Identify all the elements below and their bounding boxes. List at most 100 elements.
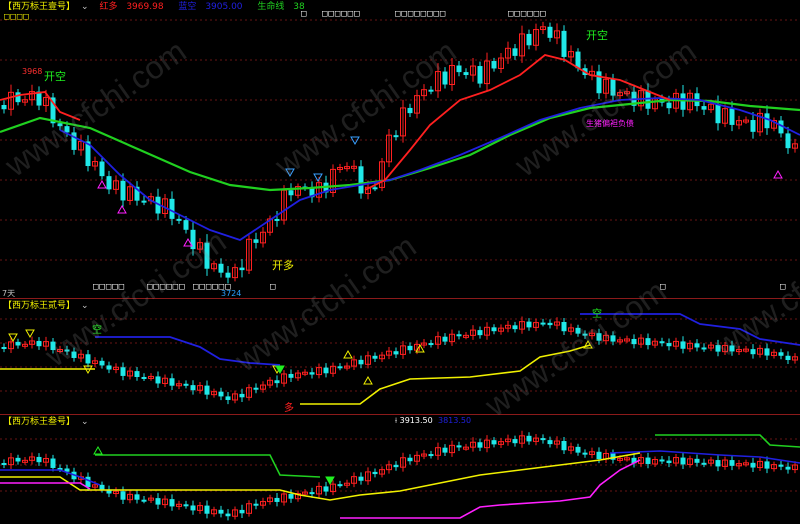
candle-body [715, 104, 721, 124]
signal-boxes-top-3: □□□□□□□□ [395, 9, 447, 19]
signal-triangle [117, 204, 127, 214]
candle-body [785, 355, 791, 361]
candle-body [393, 135, 399, 138]
candle-body [239, 509, 245, 514]
candle-body [701, 347, 707, 350]
candle-body [358, 476, 364, 481]
candle-body [631, 338, 637, 345]
candle-body [218, 263, 224, 273]
candle-body [701, 462, 707, 465]
green-line [655, 434, 800, 448]
candle-body [645, 338, 651, 346]
candle-body [85, 476, 91, 488]
candle-body [526, 33, 532, 46]
candle-body [1, 105, 7, 110]
candle-body [659, 459, 665, 462]
candle-body [729, 460, 735, 466]
candle-body [512, 48, 518, 56]
candle-body [134, 371, 140, 377]
signal-boxes-left: □□□□ [4, 12, 30, 22]
candle-body [575, 446, 581, 453]
candle-body [99, 161, 105, 177]
candle-body [253, 239, 259, 243]
signal-boxes-bottom-3: □□□□□□ [193, 282, 232, 292]
candle-body [225, 272, 231, 278]
signal-boxes-top-2: □□□□□□ [322, 9, 361, 19]
candle-body [253, 387, 259, 390]
panel2-title[interactable]: 【西万标王贰号】 [3, 301, 75, 311]
candle-body [218, 509, 224, 514]
candle-body [372, 355, 378, 359]
chevron-down-icon[interactable]: ⌄ [81, 2, 89, 12]
candle-body [512, 439, 518, 444]
candle-body [141, 200, 147, 203]
panel3-header: 【西万标王叁号】 ⌄ [3, 416, 97, 428]
candle-body [50, 458, 56, 468]
candle-body [15, 341, 21, 346]
candle-body [15, 457, 21, 462]
indicator-chart-3[interactable] [0, 415, 800, 524]
candle-body [372, 187, 378, 190]
candle-body [309, 492, 315, 495]
candle-body [540, 322, 546, 325]
candle-body [141, 499, 147, 502]
candle-body [358, 359, 364, 365]
candle-body [169, 198, 175, 219]
candle-body [190, 385, 196, 391]
candle-body [323, 486, 329, 492]
candle-body [358, 166, 364, 194]
magenta-line [340, 459, 641, 519]
candle-body [729, 108, 735, 125]
candle-body [1, 347, 7, 349]
candle-body [183, 504, 189, 507]
signal-boxes-top-1: □ [301, 9, 308, 19]
candle-body [183, 220, 189, 230]
panel3-title[interactable]: 【西万标王叁号】 [3, 417, 75, 427]
candle-body [204, 385, 210, 395]
candle-body [393, 351, 399, 355]
candle-body [785, 133, 791, 149]
indicator-panel-3[interactable]: 【西万标王叁号】 ⌄ ⟊ 3913.50 3813.50 [0, 415, 800, 524]
candle-body [764, 113, 770, 129]
candle-body [120, 367, 126, 376]
legend-red-long: 红多 3969.98 [99, 2, 164, 12]
signal-triangle [8, 333, 18, 343]
candle-body [274, 497, 280, 502]
candle-body [155, 376, 161, 384]
chevron-down-icon[interactable]: ⌄ [81, 417, 89, 427]
candle-body [134, 494, 140, 500]
candle-body [176, 218, 182, 221]
candle-body [785, 466, 791, 470]
candle-body [106, 365, 112, 370]
candle-body [764, 348, 770, 356]
signal-triangle [363, 375, 373, 385]
candle-body [337, 484, 343, 487]
candle-body [596, 451, 602, 460]
candle-body [183, 383, 189, 386]
candle-body [36, 456, 42, 463]
candle-body [512, 325, 518, 330]
candle-body [561, 322, 567, 332]
candle-body [323, 367, 329, 374]
candle-body [225, 396, 231, 400]
candle-body [778, 464, 784, 467]
candle-body [694, 343, 700, 348]
candle-body [274, 218, 280, 221]
candle-body [750, 349, 756, 355]
candle-body [218, 391, 224, 397]
panel1-title[interactable]: 【西万标王壹号】 [3, 2, 75, 12]
candle-body [120, 491, 126, 500]
candle-body [407, 457, 413, 462]
candle-body [15, 92, 21, 103]
signal-triangle [773, 169, 783, 179]
signal-boxes-bottom-4: □ [270, 282, 277, 292]
candle-body [645, 457, 651, 464]
signal-triangle [343, 349, 353, 359]
candle-body [680, 341, 686, 349]
signal-triangle [93, 445, 103, 455]
high-price-label: 3968 [22, 67, 43, 76]
candle-body [253, 503, 259, 506]
candle-body [288, 373, 294, 378]
candle-body [666, 460, 672, 464]
candle-body [456, 334, 462, 337]
